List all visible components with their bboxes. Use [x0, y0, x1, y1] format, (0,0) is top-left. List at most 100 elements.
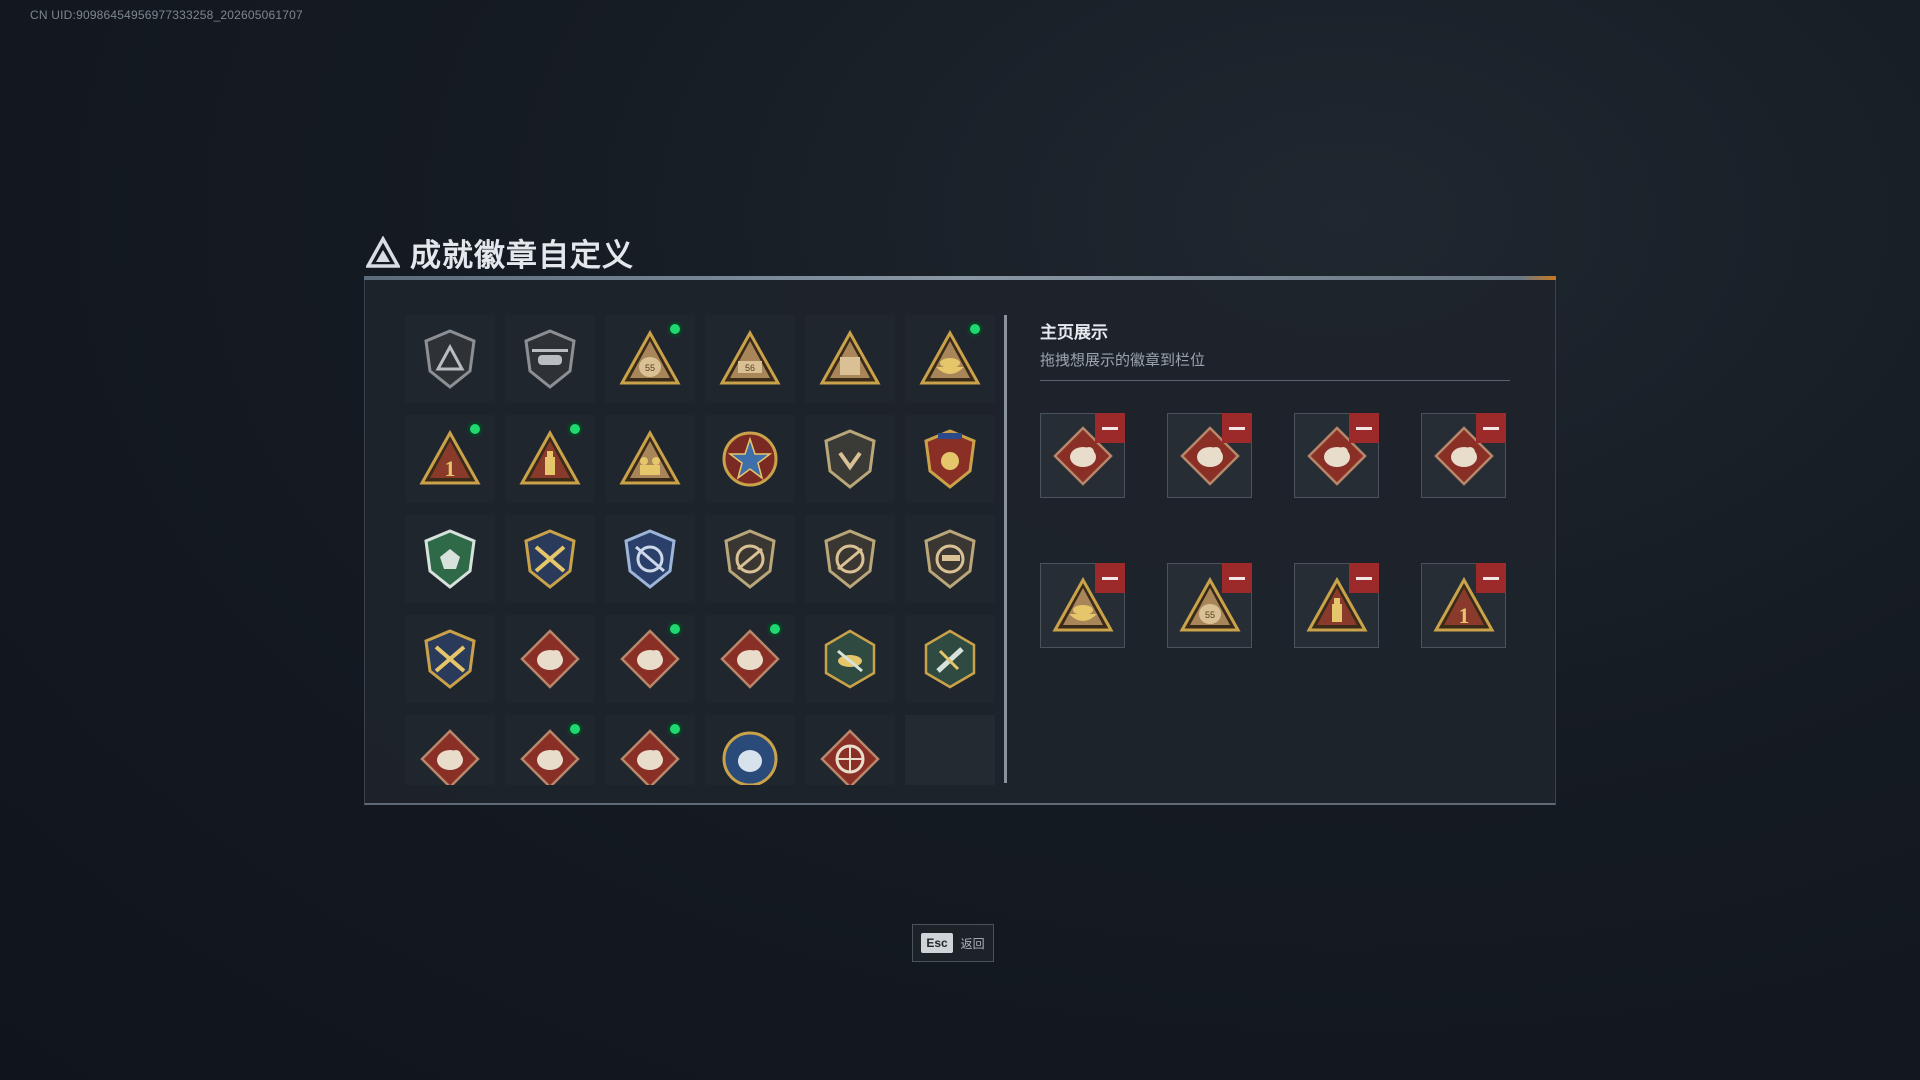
badge-cell[interactable] [905, 615, 995, 703]
blue-wolf-badge-icon [722, 731, 778, 785]
badge-cell[interactable] [505, 615, 595, 703]
gold-crossed-rifles-badge-2-icon [424, 629, 476, 689]
wasp-hex-badge-icon [824, 629, 876, 689]
gold-crossed-rifles-badge-icon [524, 529, 576, 589]
new-indicator-dot [667, 621, 683, 637]
minus-icon [1102, 426, 1118, 430]
badge-cell[interactable] [505, 715, 595, 785]
minus-icon [1356, 426, 1372, 430]
svg-text:56: 56 [745, 363, 755, 373]
badge-customize-panel: 55 56 1 主页展示 拖拽想展示的徽章到栏位 55 1 [364, 280, 1556, 805]
showcase-subtitle: 拖拽想展示的徽章到栏位 [1040, 352, 1206, 369]
badge-cell[interactable] [605, 515, 695, 603]
new-indicator-dot [467, 421, 483, 437]
back-label: 返回 [960, 936, 985, 951]
badge-cell[interactable] [605, 415, 695, 503]
triangle-shield-badge-icon [424, 329, 476, 389]
crowned-crest-badge-icon [924, 429, 976, 489]
badge-cell[interactable] [405, 715, 495, 785]
showcase-title: 主页展示 [1040, 323, 1108, 342]
badge-cell[interactable] [505, 315, 595, 403]
new-indicator-dot [667, 721, 683, 737]
rifle-shield-badge-2-icon [824, 529, 876, 589]
remove-badge-button[interactable] [1095, 413, 1125, 443]
remove-badge-button[interactable] [1222, 413, 1252, 443]
badge-cell [905, 715, 995, 785]
badge-cell[interactable] [705, 615, 795, 703]
minus-icon [1356, 576, 1372, 580]
star-medal-badge-icon [722, 431, 778, 487]
showcase-slot[interactable] [1167, 413, 1252, 498]
plate-56-badge-icon: 56 [719, 329, 781, 385]
badge-cell[interactable]: 1 [405, 415, 495, 503]
remove-badge-button[interactable] [1222, 563, 1252, 593]
minus-icon [1229, 576, 1245, 580]
new-indicator-dot [967, 321, 983, 337]
showcase-divider [1040, 380, 1510, 381]
remove-badge-button[interactable] [1476, 563, 1506, 593]
badge-cell[interactable] [905, 415, 995, 503]
scrollbar[interactable] [1004, 315, 1007, 783]
dragon-head-badge-icon [420, 729, 480, 785]
svg-text:1: 1 [1458, 603, 1469, 628]
badge-cell[interactable] [705, 415, 795, 503]
soldiers-badge-icon [619, 429, 681, 485]
badge-cell[interactable] [805, 315, 895, 403]
showcase-slot[interactable] [1040, 563, 1125, 648]
badge-grid: 55 56 1 [405, 315, 1005, 785]
triangle-logo-icon [366, 235, 400, 268]
minus-icon [1483, 426, 1499, 430]
remove-badge-button[interactable] [1476, 413, 1506, 443]
badge-cell[interactable] [405, 515, 495, 603]
svg-text:1: 1 [445, 456, 456, 481]
badge-cell[interactable] [605, 615, 695, 703]
rifle-shield-badge-icon [724, 529, 776, 589]
showcase-slot[interactable]: 55 [1167, 563, 1252, 648]
svg-text:55: 55 [645, 363, 655, 373]
minus-icon [1483, 576, 1499, 580]
badge-cell[interactable]: 55 [605, 315, 695, 403]
badge-cell[interactable] [805, 615, 895, 703]
new-indicator-dot [767, 621, 783, 637]
page-title: 成就徽章自定义 [410, 238, 634, 273]
badge-cell[interactable] [805, 715, 895, 785]
badge-cell[interactable] [805, 415, 895, 503]
uid-label: CN UID:90986454956977333258_202605061707 [30, 8, 303, 22]
badge-cell[interactable] [705, 715, 795, 785]
showcase-slot[interactable] [1294, 413, 1379, 498]
showcase-slot[interactable] [1040, 413, 1125, 498]
showcase-slots: 55 1 [1040, 413, 1510, 648]
badge-cell[interactable] [605, 715, 695, 785]
badge-cell[interactable] [405, 615, 495, 703]
esc-key-icon: Esc [921, 933, 953, 953]
badge-cell[interactable] [505, 515, 595, 603]
minus-icon [1102, 576, 1118, 580]
back-button[interactable]: Esc 返回 [912, 924, 994, 962]
modal-title-row: 成就徽章自定义 [366, 230, 634, 275]
crate-badge-icon [819, 329, 881, 385]
badge-cell[interactable] [905, 515, 995, 603]
badge-cell[interactable] [405, 315, 495, 403]
badge-cell[interactable]: 56 [705, 315, 795, 403]
blue-crossed-rifles-badge-icon [624, 529, 676, 589]
wheel-badge-icon [820, 729, 880, 785]
shield-emblem-badge-icon [824, 429, 876, 489]
new-indicator-dot [667, 321, 683, 337]
remove-badge-button[interactable] [1095, 563, 1125, 593]
remove-badge-button[interactable] [1349, 563, 1379, 593]
showcase-slot[interactable]: 1 [1421, 563, 1506, 648]
badge-cell[interactable] [705, 515, 795, 603]
remove-badge-button[interactable] [1349, 413, 1379, 443]
green-crest-badge-icon [424, 529, 476, 589]
badge-cell[interactable] [505, 415, 595, 503]
helicopter-shield-badge-icon [524, 329, 576, 389]
svg-text:55: 55 [1204, 610, 1214, 620]
minus-icon [1229, 426, 1245, 430]
badge-list-scroll-area[interactable]: 55 56 1 [405, 315, 1005, 785]
showcase-slot[interactable] [1294, 563, 1379, 648]
new-indicator-dot [567, 421, 583, 437]
badge-cell[interactable] [805, 515, 895, 603]
showcase-slot[interactable] [1421, 413, 1506, 498]
badge-cell[interactable] [905, 315, 995, 403]
new-indicator-dot [567, 721, 583, 737]
